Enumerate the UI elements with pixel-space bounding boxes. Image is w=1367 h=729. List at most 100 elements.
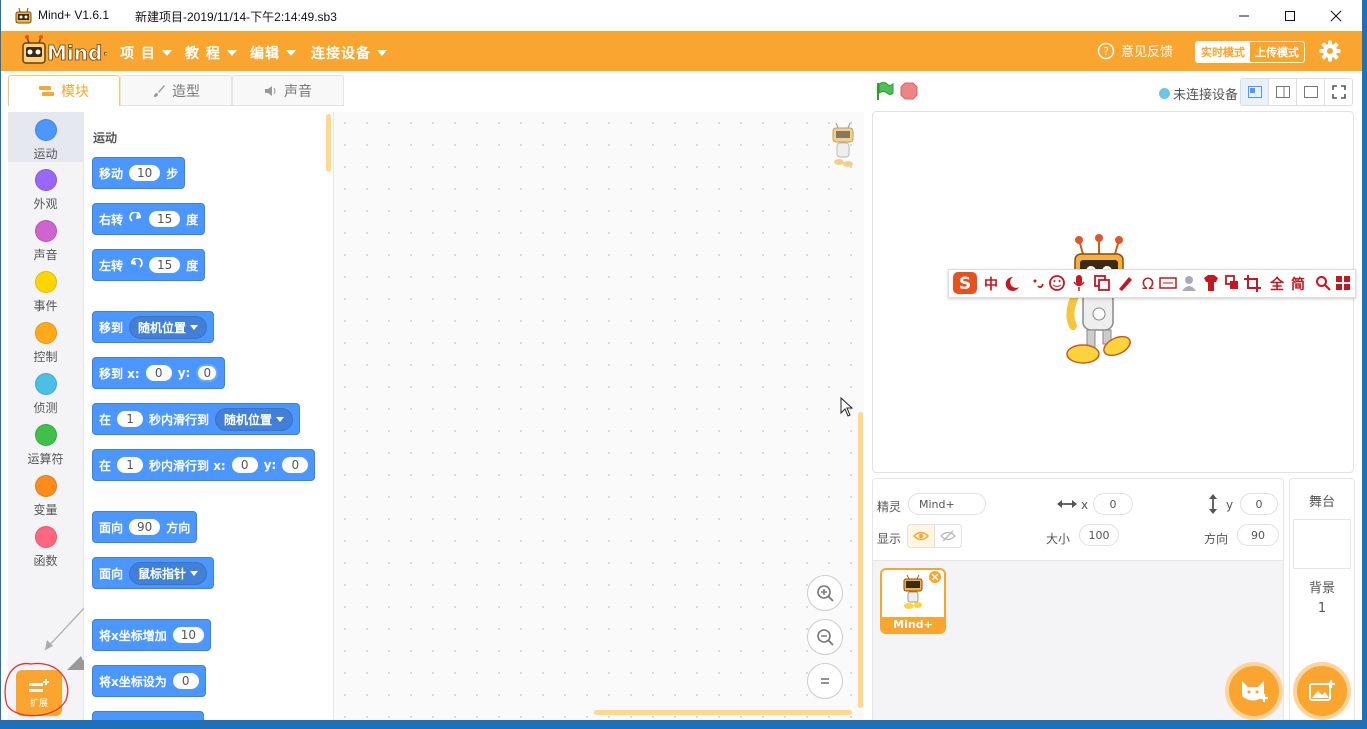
mindplus-logo[interactable]: Mind+ [21,35,107,67]
steps-input[interactable]: 10 [129,165,161,181]
menu-connect-device[interactable]: 连接设备 [311,43,387,63]
block-glide-to-target[interactable]: 在 1 秒内滑行到 随机位置 [92,403,301,435]
block-change-x[interactable]: 将x坐标增加 10 [92,619,212,651]
sprite-name-input[interactable]: Mind+ [908,493,986,515]
block-move-steps[interactable]: 移动 10 步 [92,157,186,189]
zoom-in-button[interactable] [807,575,843,611]
glide-target-dropdown[interactable]: 随机位置 [215,407,294,431]
mindplus-robot-sprite[interactable] [1061,234,1137,370]
category-events[interactable]: 事件 [8,265,83,314]
menu-tutorial[interactable]: 教 程 [185,43,237,63]
stage-title: 舞台 [1308,495,1335,510]
block-partial[interactable] [92,711,204,720]
normal-stage-button[interactable] [1269,79,1297,105]
category-control[interactable]: 控制 [8,316,83,365]
category-sound[interactable]: 声音 [8,214,83,263]
block-goto-xy[interactable]: 移到 x: 0 y: 0 [92,357,226,389]
block-goto-target[interactable]: 移到 随机位置 [92,311,215,343]
change-x-input[interactable]: 10 [172,627,205,643]
glide-seconds-input[interactable]: 1 [117,411,144,427]
goto-y-input[interactable]: 0 [196,364,219,382]
workspace-horizontal-scrollbar[interactable] [594,710,852,715]
show-sprite-button[interactable] [908,525,935,547]
direction-input[interactable]: 90 [1237,524,1279,546]
mouse-cursor-icon [840,397,854,417]
palette-scrollbar[interactable] [326,114,331,172]
ime-chinese-mode[interactable]: 中 [984,274,998,294]
point-towards-dropdown[interactable]: 鼠标指针 [129,561,208,585]
svg-text:Mind+: Mind+ [47,41,107,65]
category-dot [34,475,57,497]
realtime-mode-option[interactable]: 实时模式 [1196,42,1250,62]
glide-xy-seconds-input[interactable]: 1 [117,457,144,473]
category-variables[interactable]: 变量 [8,469,83,518]
size-input[interactable]: 100 [1079,524,1119,546]
fullscreen-button[interactable] [1325,79,1352,105]
sprite-tile-label: Mind+ [882,617,944,632]
zoom-reset-button[interactable] [807,663,843,699]
category-looks[interactable]: 外观 [8,163,83,212]
editor-tabs: 模块 造型 声音 [8,75,344,107]
category-dot [34,119,57,141]
upload-mode-option[interactable]: 上传模式 [1250,42,1304,62]
block-point-direction[interactable]: 面向 90 方向 [92,511,198,543]
stop-icon[interactable] [900,82,918,100]
add-sprite-button[interactable] [1225,662,1283,720]
turn-right-degrees-input[interactable]: 15 [149,211,181,227]
stage-thumbnail[interactable] [1293,519,1351,569]
x-input[interactable]: 0 [1093,493,1133,515]
ime-toolbar: S 中 Ω 全 简 [948,269,1356,298]
visibility-toggle [907,524,962,548]
category-sensing[interactable]: 侦测 [8,367,83,416]
rotate-counterclockwise-icon [131,258,143,268]
mode-toggle[interactable]: 实时模式 上传模式 [1195,41,1305,63]
minimize-button[interactable] [1221,0,1267,31]
category-operators[interactable]: 运算符 [8,418,83,467]
y-input[interactable]: 0 [1240,493,1278,515]
glide-x-input[interactable]: 0 [231,457,258,473]
feedback-button[interactable]: ? 意见反馈 [1097,41,1173,60]
search-icon[interactable] [1315,275,1331,291]
set-x-input[interactable]: 0 [172,673,199,689]
menu-project[interactable]: 项 目 [120,43,172,63]
category-motion[interactable]: 运动 [8,112,83,162]
small-stage-button[interactable] [1241,79,1269,105]
turn-left-degrees-input[interactable]: 15 [149,257,181,273]
workspace-vertical-scrollbar[interactable] [858,412,863,708]
goto-target-dropdown[interactable]: 随机位置 [129,315,208,339]
close-window-button[interactable] [1313,0,1359,31]
gear-icon[interactable] [1319,40,1341,62]
script-workspace[interactable] [334,112,864,720]
add-backdrop-button[interactable] [1293,662,1351,720]
show-label: 显示 [877,532,902,546]
direction-input[interactable]: 90 [129,519,161,535]
grid-menu-icon[interactable] [1336,276,1350,290]
block-point-towards[interactable]: 面向 鼠标指针 [92,557,215,589]
sogou-logo-icon[interactable]: S [952,271,978,295]
hide-sprite-button[interactable] [935,525,961,547]
tab-costumes[interactable]: 造型 [120,75,232,106]
ime-simplified-toggle[interactable]: 简 [1291,274,1305,294]
goto-x-input[interactable]: 0 [145,365,172,381]
chevron-down-icon [190,324,199,330]
glide-y-input[interactable]: 0 [282,457,309,473]
block-glide-to-xy[interactable]: 在 1 秒内滑行到 x: 0 y: 0 [92,449,316,481]
large-stage-button[interactable] [1297,79,1325,105]
large-stage-icon [1303,86,1318,98]
rotate-clockwise-icon [129,212,142,222]
tab-sounds[interactable]: 声音 [232,75,344,106]
zoom-out-button[interactable] [807,619,843,655]
block-turn-right[interactable]: 右转 15 度 [92,203,206,235]
tab-blocks[interactable]: 模块 [8,75,120,107]
block-set-x[interactable]: 将x坐标设为 0 [92,665,206,697]
ime-fullwidth-toggle[interactable]: 全 [1270,274,1284,294]
maximize-button[interactable] [1267,0,1313,31]
delete-sprite-button[interactable] [929,571,941,583]
green-flag-icon[interactable] [875,81,895,101]
menu-edit[interactable]: 编辑 [250,43,296,63]
ime-toolbar-icons: Ω [1005,274,1261,293]
chevron-down-icon [286,50,296,56]
block-turn-left[interactable]: 左转 15 度 [92,249,206,281]
minimize-icon [1239,15,1249,16]
zoom-out-icon [817,629,834,646]
